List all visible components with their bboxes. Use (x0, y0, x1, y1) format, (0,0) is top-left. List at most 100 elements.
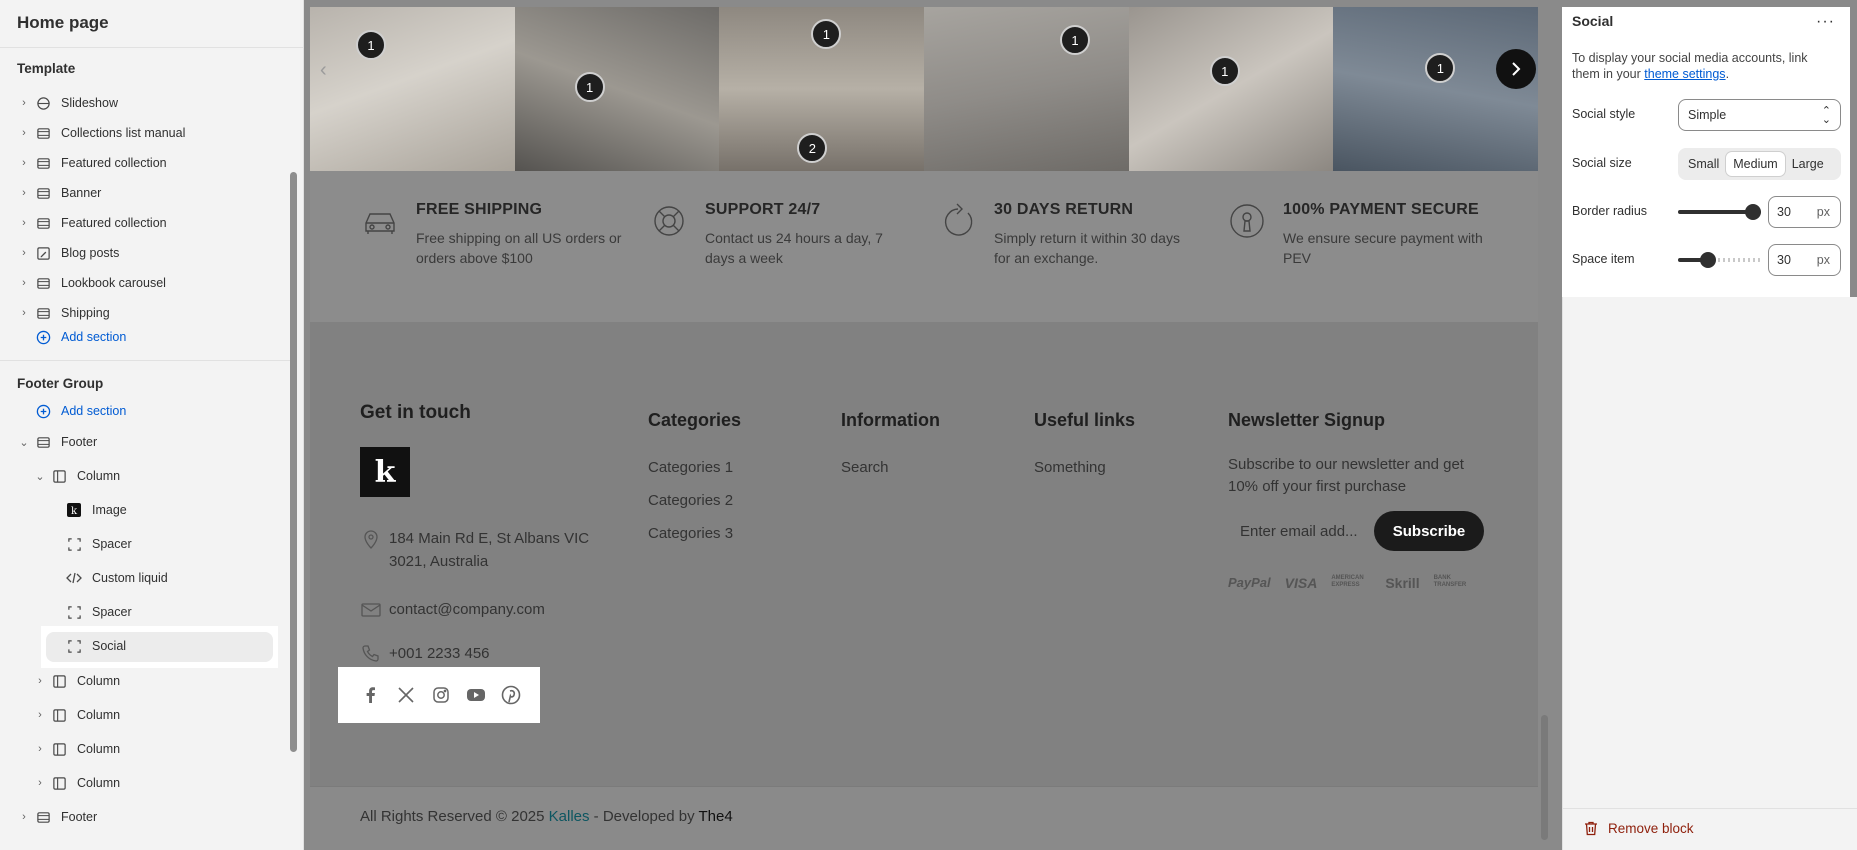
lookbook-image[interactable]: 1 (514, 7, 720, 171)
footer-logo[interactable]: k (360, 447, 410, 497)
template-section-item[interactable]: › Slideshow (17, 90, 118, 116)
border-radius-label: Border radius (1572, 204, 1648, 218)
subscribe-button[interactable]: Subscribe (1374, 511, 1484, 551)
footer-add-section-button[interactable]: Add section (17, 398, 126, 424)
footer-link[interactable]: Categories 3 (648, 525, 733, 542)
template-section-item[interactable]: › Lookbook carousel (17, 270, 166, 296)
column-icon (51, 775, 67, 791)
divider (1562, 808, 1857, 809)
column-icon (51, 741, 67, 757)
block-item[interactable]: k Image (66, 497, 127, 523)
visa-logo: VISA (1284, 575, 1318, 591)
panel-title: Social (1572, 13, 1614, 29)
footer-link[interactable]: Categories 1 (648, 459, 733, 476)
hotspot-pin[interactable]: 1 (1060, 25, 1091, 55)
slider-handle[interactable] (1700, 252, 1717, 268)
lookbook-carousel: 1 1 12 1 1 1 ‹ (310, 7, 1538, 171)
chevron-right-icon[interactable]: › (33, 777, 47, 789)
space-item-slider[interactable] (1678, 252, 1761, 268)
template-section-item[interactable]: › Shipping (17, 300, 110, 326)
size-option-large[interactable]: Large (1785, 152, 1831, 176)
column-item[interactable]: ⌄ Column (33, 463, 120, 489)
chevron-right-icon[interactable]: › (17, 157, 31, 169)
chevron-right-icon[interactable]: › (17, 97, 31, 109)
chevron-right-icon[interactable]: › (17, 247, 31, 259)
footer-section-item[interactable]: ⌄ Footer (17, 429, 97, 455)
border-radius-input[interactable]: 30 px (1768, 196, 1841, 228)
template-section-item[interactable]: › Banner (17, 180, 101, 206)
brand-link[interactable]: Kalles (549, 808, 590, 825)
size-option-small[interactable]: Small (1681, 152, 1726, 176)
phone-text[interactable]: +001 2233 456 (389, 642, 490, 665)
size-option-medium[interactable]: Medium (1726, 152, 1785, 176)
x-twitter-icon[interactable] (393, 683, 418, 708)
block-label: Social (92, 639, 127, 653)
add-section-label: Add section (61, 330, 127, 344)
developer-link[interactable]: The4 (698, 808, 732, 825)
block-label: Image (92, 503, 127, 517)
hotspot-pin[interactable]: 1 (811, 19, 842, 49)
chevron-right-icon[interactable]: › (33, 743, 47, 755)
lookbook-image[interactable]: 1 (924, 7, 1129, 171)
chevron-right-icon[interactable]: › (17, 217, 31, 229)
hotspot-pin[interactable]: 1 (1425, 53, 1456, 83)
footer-link[interactable]: Something (1034, 459, 1106, 476)
chevron-down-icon[interactable]: ⌄ (33, 470, 47, 483)
hotspot-pin[interactable]: 2 (797, 133, 828, 163)
lookbook-image[interactable]: 1 (1128, 7, 1334, 171)
add-section-button[interactable]: Add section (17, 324, 126, 350)
slider-handle[interactable] (1745, 204, 1761, 220)
newsletter-email-input[interactable]: Enter email add... (1228, 511, 1373, 551)
page-title: Home page (17, 13, 109, 32)
instagram-icon[interactable] (428, 683, 453, 708)
block-item[interactable]: Spacer (66, 599, 132, 625)
chevron-right-icon[interactable]: › (33, 709, 47, 721)
footer-section-item[interactable]: › Footer (17, 804, 97, 830)
template-section-item[interactable]: › Featured collection (17, 150, 166, 176)
chevron-right-icon[interactable]: › (17, 277, 31, 289)
lookbook-image[interactable]: 1 (1333, 7, 1538, 171)
remove-block-button[interactable]: Remove block (1584, 821, 1694, 836)
lookbook-image[interactable]: 12 (719, 7, 925, 171)
social-style-select[interactable]: Simple ⌃ ⌄ (1678, 99, 1841, 131)
block-item-social[interactable]: Social (66, 633, 126, 659)
block-item[interactable]: Spacer (66, 531, 132, 557)
column-item[interactable]: › Column (33, 770, 120, 796)
hotspot-pin[interactable]: 1 (356, 30, 386, 60)
more-options-icon[interactable]: ··· (1816, 13, 1835, 31)
pinterest-icon[interactable] (498, 683, 523, 708)
template-group-label: Template (17, 61, 76, 76)
youtube-icon[interactable] (463, 683, 488, 708)
carousel-next-button[interactable] (1496, 49, 1536, 89)
footer-link[interactable]: Search (841, 459, 889, 476)
chevron-right-icon[interactable]: › (17, 127, 31, 139)
hotspot-pin[interactable]: 1 (1209, 56, 1240, 86)
lookbook-image[interactable]: 1 (310, 7, 515, 171)
email-text[interactable]: contact@company.com (389, 598, 545, 621)
facebook-icon[interactable] (358, 683, 383, 708)
carousel-prev-arrow[interactable]: ‹ (320, 59, 327, 82)
column-item[interactable]: › Column (33, 702, 120, 728)
chevron-down-icon[interactable]: ⌄ (17, 436, 31, 449)
secure-lock-icon (1227, 201, 1267, 241)
space-item-input[interactable]: 30 px (1768, 244, 1841, 276)
block-item[interactable]: Custom liquid (66, 565, 168, 591)
plus-circle-icon (35, 403, 51, 419)
column-item[interactable]: › Column (33, 736, 120, 762)
column-item[interactable]: › Column (33, 668, 120, 694)
chevron-right-icon[interactable]: › (17, 307, 31, 319)
border-radius-slider[interactable] (1678, 204, 1761, 220)
template-section-item[interactable]: › Blog posts (17, 240, 119, 266)
chevron-right-icon[interactable]: › (17, 811, 31, 823)
sidebar-scrollbar[interactable] (290, 172, 297, 752)
template-section-item[interactable]: › Collections list manual (17, 120, 185, 146)
hotspot-pin[interactable]: 1 (574, 72, 605, 102)
theme-settings-link[interactable]: theme settings (1644, 67, 1725, 81)
select-value: Simple (1688, 108, 1727, 122)
template-section-item[interactable]: › Featured collection (17, 210, 166, 236)
chevron-right-icon[interactable]: › (33, 675, 47, 687)
preview-scrollbar[interactable] (1541, 715, 1548, 840)
section-icon (35, 155, 51, 171)
footer-link[interactable]: Categories 2 (648, 492, 733, 509)
chevron-right-icon[interactable]: › (17, 187, 31, 199)
